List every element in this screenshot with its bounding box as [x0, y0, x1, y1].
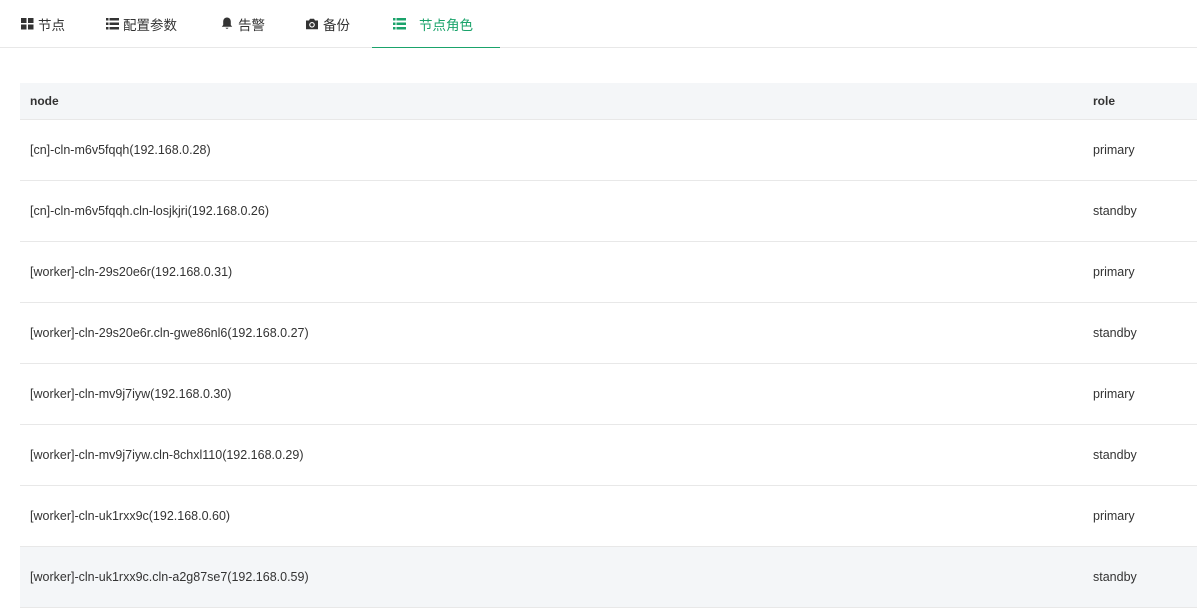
tab-label: 节点角色 — [419, 17, 473, 34]
column-header-role[interactable]: role — [1083, 83, 1197, 120]
tab-label: 备份 — [323, 17, 350, 34]
role-cell: standby — [1083, 302, 1197, 364]
tab-alarm[interactable]: 告警 — [220, 0, 265, 47]
table-row[interactable]: [worker]-cln-mv9j7iyw(192.168.0.30) prim… — [20, 363, 1197, 425]
camera-icon — [305, 17, 319, 31]
table-row[interactable]: [cn]-cln-m6v5fqqh.cln-losjkjri(192.168.0… — [20, 180, 1197, 242]
node-cell: [worker]-cln-mv9j7iyw(192.168.0.30) — [20, 363, 1083, 425]
role-cell: standby — [1083, 180, 1197, 242]
node-roles-table: node role [cn]-cln-m6v5fqqh(192.168.0.28… — [20, 83, 1197, 608]
node-cell: [worker]-cln-29s20e6r(192.168.0.31) — [20, 241, 1083, 303]
role-cell: primary — [1083, 241, 1197, 303]
table-row[interactable]: [worker]-cln-29s20e6r.cln-gwe86nl6(192.1… — [20, 302, 1197, 364]
node-cell: [worker]-cln-uk1rxx9c(192.168.0.60) — [20, 485, 1083, 547]
role-cell: standby — [1083, 546, 1197, 608]
column-header-node[interactable]: node — [20, 83, 1083, 120]
table-row[interactable]: [worker]-cln-uk1rxx9c(192.168.0.60) prim… — [20, 485, 1197, 547]
role-cell: primary — [1083, 485, 1197, 547]
list-icon — [105, 17, 119, 31]
role-cell: standby — [1083, 424, 1197, 486]
table-row[interactable]: [worker]-cln-mv9j7iyw.cln-8chxl110(192.1… — [20, 424, 1197, 486]
tab-label: 配置参数 — [123, 17, 177, 34]
role-cell: primary — [1083, 363, 1197, 425]
tab-backup[interactable]: 备份 — [305, 0, 350, 47]
role-cell: primary — [1083, 119, 1197, 181]
list-icon — [392, 17, 406, 31]
node-cell: [cn]-cln-m6v5fqqh.cln-losjkjri(192.168.0… — [20, 180, 1083, 242]
grid-icon — [20, 17, 34, 31]
table-row[interactable]: [worker]-cln-29s20e6r(192.168.0.31) prim… — [20, 241, 1197, 303]
tab-label: 告警 — [238, 17, 265, 34]
bell-icon — [220, 17, 234, 31]
tab-label: 节点 — [38, 17, 65, 34]
tab-config-params[interactable]: 配置参数 — [105, 0, 177, 47]
tab-node-roles[interactable]: 节点角色 — [372, 0, 500, 48]
node-cell: [worker]-cln-29s20e6r.cln-gwe86nl6(192.1… — [20, 302, 1083, 364]
tab-nodes[interactable]: 节点 — [20, 0, 65, 47]
node-cell: [worker]-cln-uk1rxx9c.cln-a2g87se7(192.1… — [20, 546, 1083, 608]
table-row[interactable]: [worker]-cln-uk1rxx9c.cln-a2g87se7(192.1… — [20, 546, 1197, 608]
node-cell: [worker]-cln-mv9j7iyw.cln-8chxl110(192.1… — [20, 424, 1083, 486]
node-cell: [cn]-cln-m6v5fqqh(192.168.0.28) — [20, 119, 1083, 181]
table-header-row: node role — [20, 83, 1197, 120]
table-row[interactable]: [cn]-cln-m6v5fqqh(192.168.0.28) primary — [20, 119, 1197, 181]
tab-bar: 节点 配置参数 告警 备份 节点角色 — [0, 0, 1197, 48]
